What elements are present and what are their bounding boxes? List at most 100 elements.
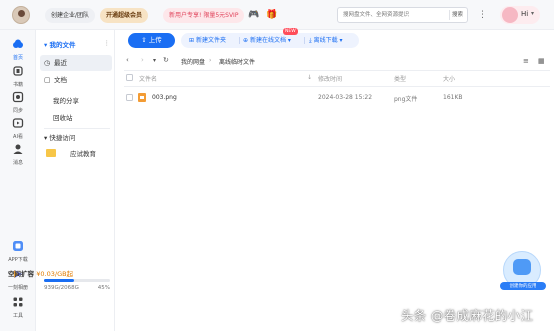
search-input[interactable] bbox=[338, 8, 446, 22]
back-icon[interactable]: ‹ bbox=[126, 56, 129, 64]
vip-button[interactable]: 开通超级会员 bbox=[100, 8, 149, 23]
rail-label: 同步 bbox=[12, 108, 23, 114]
divider bbox=[124, 70, 550, 71]
new-folder-button[interactable]: ⊞ 新建文件夹 bbox=[189, 33, 226, 48]
rail-label: 书籍 bbox=[12, 82, 23, 88]
storage-usage: 939G/2068G 45% bbox=[44, 285, 110, 291]
tools-icon bbox=[13, 297, 23, 307]
quick-access-label: 快捷访问 bbox=[49, 134, 76, 142]
game-icon[interactable]: 🎮 bbox=[248, 9, 260, 21]
more-icon[interactable]: ⋮ bbox=[478, 9, 487, 21]
cloud-icon bbox=[13, 39, 23, 48]
sidebar-item-docs[interactable]: ▢ 文档 bbox=[40, 72, 112, 88]
quick-item-folder[interactable]: 应试教育 bbox=[40, 146, 112, 162]
book-icon bbox=[13, 66, 23, 76]
new-folder-icon: ⊞ bbox=[189, 37, 196, 44]
app-download-icon bbox=[13, 241, 23, 251]
column-header-name[interactable]: 文件名 bbox=[139, 74, 157, 83]
storage-promo: ¥0.03/GB起 bbox=[36, 270, 74, 278]
new-online-doc-button[interactable]: ⊕ 新建在线文档 ▾ bbox=[243, 33, 291, 48]
breadcrumb-current: 离线临时文件 bbox=[219, 59, 256, 66]
new-folder-label: 新建文件夹 bbox=[195, 37, 226, 44]
offline-download-label: 离线下载 bbox=[313, 37, 338, 44]
rail-label: APP下载 bbox=[8, 257, 28, 263]
rail-label: 消息 bbox=[12, 160, 23, 166]
sort-icon[interactable]: ≡ bbox=[523, 57, 529, 65]
new-online-doc-label: 新建在线文档 bbox=[249, 37, 286, 44]
refresh-icon[interactable]: ↻ bbox=[163, 56, 169, 64]
watermark: 头条 @卷成麻花的小江 bbox=[401, 308, 534, 323]
promo-banner[interactable]: 新用户专享! 限量5元SVIP bbox=[163, 8, 245, 23]
top-bar: 创建企业/团队 开通超级会员 新用户专享! 限量5元SVIP 🎮 🎁 搜索 ⋮ … bbox=[0, 0, 554, 30]
rail-item-ai[interactable]: AI看 bbox=[0, 117, 36, 140]
sidebar-item-label: 最近 bbox=[54, 59, 67, 67]
rail-item-sync[interactable]: 同步 bbox=[0, 91, 36, 114]
storage-percent: 45% bbox=[97, 285, 110, 291]
upload-label: 上传 bbox=[148, 36, 162, 44]
storage-title: 空间扩容 bbox=[8, 270, 34, 278]
left-rail: 首页 书籍 同步 AI看 消息 APP下载 一刻相册 工具 bbox=[0, 30, 36, 331]
create-team-button[interactable]: 创建企业/团队 bbox=[45, 8, 96, 23]
forward-icon[interactable]: › bbox=[141, 56, 144, 64]
chart-icon bbox=[513, 259, 531, 275]
row-checkbox[interactable] bbox=[126, 94, 133, 101]
sidebar-item-recent[interactable]: ◷ 最近 bbox=[40, 55, 112, 71]
new-badge: NEW bbox=[283, 28, 298, 35]
upload-icon: ⇪ bbox=[141, 36, 149, 44]
chevron-down-icon: ▾ bbox=[337, 37, 343, 44]
sidebar-item-my-share[interactable]: 我的分享 bbox=[53, 95, 79, 105]
rail-item-app-download[interactable]: APP下载 bbox=[0, 240, 36, 263]
sort-arrow-icon[interactable]: ↓ bbox=[307, 74, 312, 81]
doc-icon: ▢ bbox=[44, 76, 51, 84]
offline-download-button[interactable]: ⤓ 离线下载 ▾ bbox=[309, 33, 343, 48]
breadcrumb-root[interactable]: 我的网盘 bbox=[181, 57, 205, 66]
file-name[interactable]: 003.png bbox=[152, 94, 177, 101]
avatar[interactable] bbox=[12, 6, 30, 24]
history-dropdown-icon[interactable]: ▾ bbox=[153, 57, 156, 64]
divider bbox=[44, 128, 110, 129]
quick-access-header[interactable]: ▾ 快捷访问 bbox=[44, 132, 75, 142]
rail-item-tools[interactable]: 工具 bbox=[0, 296, 36, 319]
storage-progress bbox=[44, 279, 110, 282]
upload-button[interactable]: ⇪ 上传 bbox=[128, 33, 175, 48]
sync-icon bbox=[12, 91, 24, 103]
sidebar-item-label: 文档 bbox=[54, 76, 67, 84]
rail-label: 首页 bbox=[12, 55, 23, 61]
image-file-icon bbox=[138, 93, 146, 102]
rail-label: AI看 bbox=[13, 134, 23, 140]
divider bbox=[304, 37, 305, 44]
message-icon bbox=[13, 144, 23, 154]
sidebar-item-recycle[interactable]: 回收站 bbox=[53, 112, 73, 122]
search-button[interactable]: 搜索 bbox=[448, 10, 465, 20]
divider bbox=[124, 86, 550, 87]
column-header-modified[interactable]: 修改时间 bbox=[318, 74, 342, 83]
rail-label: 一刻相册 bbox=[7, 285, 28, 291]
chevron-down-icon: ▾ bbox=[531, 10, 535, 17]
rail-item-home[interactable]: 首页 bbox=[0, 38, 36, 61]
new-doc-icon: ⊕ bbox=[243, 37, 250, 44]
more-icon[interactable]: ⋮ bbox=[104, 39, 111, 47]
float-widget-label[interactable]: 创建你的应用 bbox=[500, 282, 546, 290]
file-type: png文件 bbox=[394, 96, 418, 103]
greeting-label: Hi bbox=[521, 10, 529, 18]
folder-icon bbox=[46, 149, 56, 157]
storage-usage-text: 939G/2068G bbox=[44, 285, 79, 291]
my-files-label: 我的文件 bbox=[49, 41, 76, 49]
column-header-type[interactable]: 类型 bbox=[394, 74, 406, 83]
file-modified: 2024-03-28 15:22 bbox=[318, 94, 373, 101]
rail-label: 工具 bbox=[12, 313, 23, 319]
grid-view-icon[interactable]: ▦ bbox=[538, 57, 545, 65]
rail-item-books[interactable]: 书籍 bbox=[0, 65, 36, 88]
chevron-down-icon: ▾ bbox=[285, 37, 291, 44]
quick-item-label: 应试教育 bbox=[70, 150, 96, 158]
storage-expand[interactable]: 空间扩容 ¥0.03/GB起 bbox=[8, 268, 73, 278]
user-greeting[interactable]: Hi ▾ bbox=[500, 6, 540, 24]
gift-icon[interactable]: 🎁 bbox=[266, 9, 278, 21]
rail-item-messages[interactable]: 消息 bbox=[0, 143, 36, 166]
select-all-checkbox[interactable] bbox=[126, 74, 133, 81]
search-box[interactable]: 搜索 bbox=[337, 7, 468, 23]
ai-icon bbox=[12, 118, 24, 128]
column-header-size[interactable]: 大小 bbox=[443, 74, 455, 83]
clock-icon: ◷ bbox=[44, 59, 51, 67]
my-files-header[interactable]: ▾ 我的文件 ⋮ bbox=[44, 39, 110, 51]
